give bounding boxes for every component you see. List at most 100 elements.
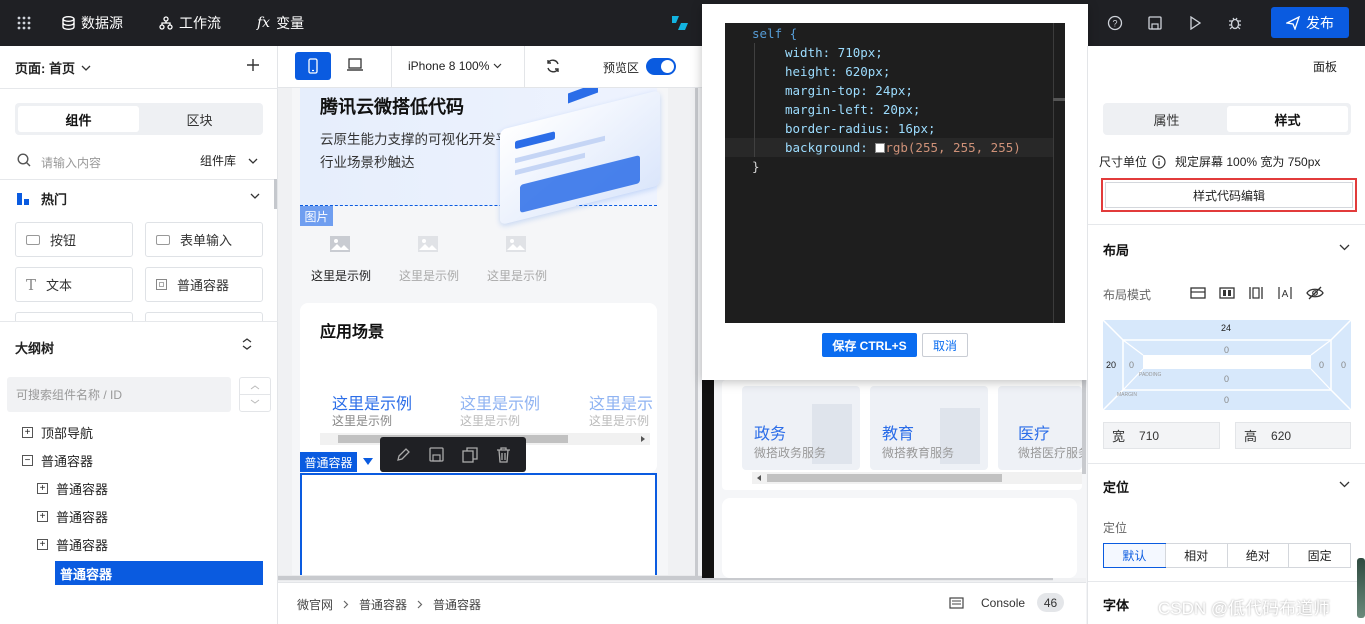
padding-right-value[interactable]: 0 [1319, 360, 1324, 370]
outline-sort-control[interactable] [239, 377, 271, 412]
datasource-menu[interactable]: 数据源 [62, 0, 123, 46]
device-selector[interactable]: iPhone 8 100% [408, 59, 502, 73]
horizontal-scrollbar[interactable] [752, 472, 1082, 484]
position-section-title: 定位 [1103, 480, 1130, 495]
chevron-down-icon[interactable] [250, 193, 260, 199]
service-card[interactable]: 教育 微搭教育服务 [870, 386, 988, 470]
margin-right-value[interactable]: 0 [1341, 360, 1346, 370]
code-editor[interactable]: self { width: 710px; height: 620px; marg… [725, 23, 1065, 323]
page-selector[interactable]: 页面: 首页 [15, 58, 91, 77]
position-default[interactable]: 默认 [1103, 543, 1166, 568]
tree-item-container[interactable]: + 普通容器 [37, 532, 108, 556]
tree-item-container[interactable]: + 普通容器 [37, 504, 108, 528]
breadcrumb-item[interactable]: 普通容器 [359, 596, 407, 613]
tab-properties[interactable]: 属性 [1106, 106, 1227, 132]
publish-button[interactable]: 发布 [1271, 7, 1349, 38]
library-dropdown[interactable]: 组件库 [200, 152, 258, 169]
color-swatch[interactable] [875, 143, 886, 153]
component-button[interactable]: 按钮 [15, 222, 133, 257]
layout-flex-col-icon[interactable] [1248, 286, 1264, 300]
tree-item-container[interactable]: + 普通容器 [37, 476, 108, 500]
expand-plus-icon[interactable]: + [37, 482, 48, 494]
padding-left-value[interactable]: 0 [1129, 360, 1134, 370]
console-button[interactable]: Console [981, 596, 1025, 610]
divider [524, 46, 525, 88]
desktop-view-button[interactable] [346, 58, 364, 72]
component-search-input[interactable]: 请输入内容 [41, 154, 101, 171]
layout-inline-icon[interactable]: A [1277, 286, 1293, 300]
save-template-icon[interactable] [429, 447, 444, 462]
divider [1088, 581, 1365, 582]
size-unit-row: 尺寸单位 规定屏幕 100% 宽为 750px [1099, 153, 1320, 170]
layout-hidden-eye-icon[interactable] [1306, 286, 1324, 300]
position-relative[interactable]: 相对 [1164, 544, 1227, 567]
width-field[interactable]: 宽 710 [1103, 422, 1220, 449]
breadcrumb-item[interactable]: 普通容器 [433, 596, 481, 613]
component-form-input[interactable]: 表单输入 [145, 222, 263, 257]
padding-bottom-value[interactable]: 0 [1224, 374, 1229, 384]
service-card[interactable]: 政务 微搭政务服务 [742, 386, 860, 470]
chevron-down-icon[interactable] [1339, 481, 1350, 488]
edit-pencil-icon[interactable] [395, 447, 411, 463]
mobile-view-button[interactable] [295, 52, 331, 80]
add-page-icon[interactable] [246, 58, 260, 72]
position-absolute[interactable]: 绝对 [1226, 544, 1289, 567]
margin-bottom-value[interactable]: 0 [1224, 395, 1229, 405]
side-scroll-handle[interactable] [1357, 558, 1365, 618]
workflow-menu[interactable]: 工作流 [159, 0, 221, 46]
caret-down-icon[interactable] [363, 458, 373, 466]
margin-caption: MARGIN [1117, 392, 1137, 398]
image-placeholder-icon [329, 234, 353, 254]
layout-flex-row-icon[interactable] [1219, 286, 1235, 300]
variables-menu[interactable]: fx 变量 [257, 0, 304, 46]
copy-icon[interactable] [462, 446, 478, 463]
tab-components[interactable]: 组件 [18, 106, 139, 132]
expand-plus-icon[interactable]: + [37, 538, 48, 550]
preview-toggle[interactable] [646, 58, 676, 75]
tree-label: 普通容器 [41, 453, 94, 469]
height-field[interactable]: 高 620 [1235, 422, 1351, 449]
outline-search-input[interactable]: 可搜索组件名称 / ID [7, 377, 231, 412]
breadcrumb-item[interactable]: 微官网 [297, 596, 333, 613]
apps-grid-icon[interactable] [14, 13, 34, 33]
chevron-down-icon[interactable] [1339, 244, 1350, 251]
info-icon[interactable] [1152, 154, 1166, 169]
component-text[interactable]: T 文本 [15, 267, 133, 302]
service-card[interactable]: 医疗 微搭医疗服务 [998, 386, 1082, 470]
expand-plus-icon[interactable]: + [37, 510, 48, 522]
save-icon[interactable] [1145, 13, 1165, 33]
expand-plus-icon[interactable]: + [22, 426, 33, 438]
expand-collapse-icon[interactable] [242, 338, 252, 350]
component-container[interactable]: 普通容器 [145, 267, 263, 302]
play-icon[interactable] [1185, 13, 1205, 33]
code-line: background: [785, 140, 868, 155]
hot-category[interactable]: 热门 [17, 189, 67, 208]
tab-blocks[interactable]: 区块 [139, 106, 260, 132]
panel-toggle[interactable]: 面板 [1313, 58, 1337, 75]
layout-block-icon[interactable] [1190, 286, 1206, 300]
position-fixed[interactable]: 固定 [1288, 544, 1350, 567]
margin-top-value[interactable]: 24 [1221, 323, 1231, 333]
tree-item-top-nav[interactable]: + 顶部导航 [22, 420, 93, 444]
preview-scrollbar[interactable] [1082, 378, 1086, 474]
cancel-button[interactable]: 取消 [922, 333, 968, 357]
style-code-edit-button[interactable]: 样式代码编辑 [1105, 182, 1353, 208]
delete-trash-icon[interactable] [496, 446, 511, 463]
grid-item-label: 这里是示例 [399, 269, 460, 283]
save-code-button[interactable]: 保存 CTRL+S [822, 333, 917, 357]
tab-styles[interactable]: 样式 [1227, 106, 1348, 132]
margin-left-value[interactable]: 20 [1106, 360, 1116, 370]
help-icon[interactable]: ? [1105, 13, 1125, 33]
console-icon[interactable] [949, 597, 964, 609]
debug-bug-icon[interactable] [1225, 13, 1245, 33]
tree-item-container[interactable]: − 普通容器 [22, 448, 93, 472]
collapse-minus-icon[interactable]: − [22, 454, 33, 466]
selected-container[interactable] [300, 473, 657, 578]
scrollbar[interactable] [274, 179, 277, 209]
canvas-vertical-scrollbar[interactable] [695, 88, 698, 578]
tree-item-selected[interactable]: 普通容器 [55, 561, 263, 585]
database-icon [62, 16, 75, 30]
padding-top-value[interactable]: 0 [1224, 345, 1229, 355]
banner-image[interactable]: 腾讯云微搭低代码 云原生能力支撑的可视化开发平台, 行业场景秒触达 [300, 88, 660, 225]
refresh-icon[interactable] [545, 58, 561, 74]
